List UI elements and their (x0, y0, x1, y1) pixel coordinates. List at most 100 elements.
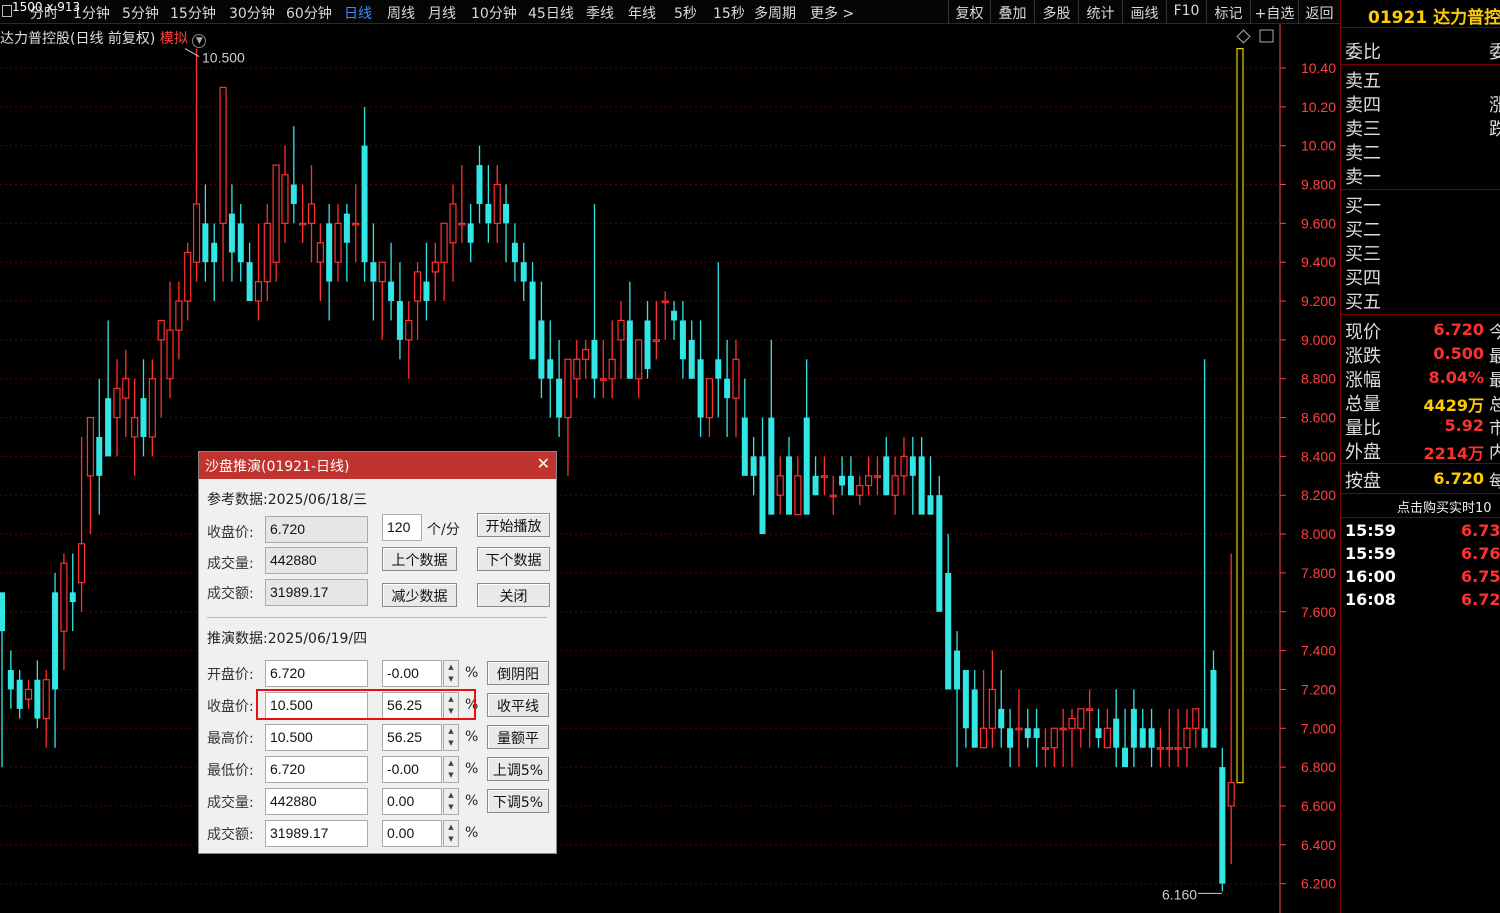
candle-body[interactable] (1041, 747, 1050, 750)
candle-body[interactable] (405, 319, 413, 341)
candle-body[interactable] (485, 203, 492, 224)
candle-body[interactable] (1122, 747, 1129, 768)
candle-body[interactable] (1130, 708, 1137, 748)
toolbar-button[interactable]: 画线 (1122, 0, 1166, 24)
spinner-icon[interactable]: ▲ ▼ (443, 756, 459, 783)
toolbar-button[interactable]: +自选 (1250, 0, 1298, 24)
sim-action-button[interactable]: 下调5% (487, 789, 549, 813)
candle-body[interactable] (564, 358, 572, 419)
candle-body[interactable] (1103, 727, 1111, 749)
close-icon[interactable]: ✕ (537, 454, 550, 473)
spinner-icon[interactable]: ▲ ▼ (443, 820, 459, 847)
candle-body[interactable] (839, 475, 846, 486)
candle-body[interactable] (741, 417, 748, 476)
candle-body[interactable] (211, 242, 218, 263)
candle-body[interactable] (237, 223, 244, 263)
candle-body[interactable] (556, 378, 563, 418)
close-button[interactable]: 关闭 (477, 583, 550, 607)
buy-realtime-link[interactable]: 点击购买实时10 (1397, 497, 1492, 516)
toolbar-button[interactable]: 复权 (948, 0, 990, 24)
candle-body[interactable] (113, 387, 121, 419)
candle-body[interactable] (378, 261, 386, 283)
candle-body[interactable] (1183, 727, 1191, 749)
candle-body[interactable] (334, 222, 342, 263)
candle-body[interactable] (573, 358, 581, 380)
candle-body[interactable] (449, 203, 457, 244)
candle-body[interactable] (520, 262, 527, 282)
candle-body[interactable] (60, 562, 68, 632)
period-tab[interactable]: 10分钟 (471, 3, 517, 23)
candle-body[interactable] (847, 475, 854, 496)
candle-body[interactable] (307, 203, 316, 224)
candle-body[interactable] (1148, 728, 1155, 748)
candle-body[interactable] (52, 592, 59, 690)
candle-body[interactable] (1139, 728, 1146, 748)
candle-body[interactable] (1015, 727, 1023, 731)
candle-body[interactable] (644, 320, 651, 370)
toolbar-button[interactable]: 多股 (1034, 0, 1078, 24)
candle-body[interactable] (864, 475, 873, 487)
ref-close-field[interactable]: 6.720 (265, 516, 368, 543)
sim-action-button[interactable]: 上调5% (487, 757, 549, 781)
candle-body[interactable] (16, 679, 23, 709)
candle-body[interactable] (998, 708, 1005, 729)
sim-value-input[interactable]: 31989.17 (265, 820, 368, 847)
period-tab[interactable]: 5分钟 (122, 3, 159, 23)
candle-body[interactable] (786, 456, 793, 515)
candle-body[interactable] (299, 222, 307, 226)
candle-body[interactable] (423, 281, 430, 302)
candle-body[interactable] (361, 145, 368, 263)
candle-body[interactable] (635, 339, 643, 380)
candle-body[interactable] (202, 223, 209, 263)
spinner-icon[interactable]: ▲ ▼ (443, 788, 459, 815)
candle-body[interactable] (42, 679, 50, 720)
candle-body[interactable] (1236, 47, 1244, 784)
ref-amt-field[interactable]: 31989.17 (265, 579, 368, 606)
dialog-titlebar[interactable]: 沙盘推演(01921-日线) ✕ (199, 452, 556, 479)
candle-body[interactable] (1086, 708, 1094, 711)
candle-body[interactable] (254, 281, 263, 302)
sim-action-button[interactable]: 倒阴阳 (487, 661, 549, 685)
candle-body[interactable] (511, 242, 518, 263)
candle-body[interactable] (936, 495, 943, 612)
candle-body[interactable] (77, 543, 86, 584)
candle-body[interactable] (688, 339, 695, 379)
candle-body[interactable] (1174, 747, 1182, 750)
candle-body[interactable] (909, 456, 916, 476)
candle-body[interactable] (1077, 708, 1085, 729)
candle-body[interactable] (732, 358, 740, 399)
sim-value-input[interactable]: 442880 (265, 788, 368, 815)
candle-body[interactable] (1219, 767, 1226, 884)
candle-body[interactable] (219, 86, 227, 224)
candle-body[interactable] (370, 262, 377, 282)
candle-body[interactable] (476, 165, 483, 204)
candle-body[interactable] (582, 348, 590, 360)
candle-body[interactable] (1227, 782, 1235, 807)
candle-body[interactable] (1165, 747, 1173, 750)
candle-body[interactable] (918, 456, 925, 515)
candle-body[interactable] (148, 378, 156, 438)
candle-body[interactable] (228, 213, 235, 253)
toolbar-button[interactable]: 叠加 (990, 0, 1034, 24)
sim-action-button[interactable]: 收平线 (487, 693, 549, 717)
candle-body[interactable] (547, 359, 554, 379)
window-icon[interactable] (2, 5, 12, 17)
candle-body[interactable] (1024, 728, 1031, 738)
candle-body[interactable] (529, 281, 536, 360)
candle-body[interactable] (883, 456, 890, 496)
candle-body[interactable] (599, 378, 607, 381)
toolbar-button[interactable]: 返回 (1298, 0, 1340, 24)
candle-body[interactable] (856, 484, 864, 496)
candle-body[interactable] (803, 417, 810, 515)
sim-action-button[interactable]: 量额平 (487, 725, 549, 749)
candle-body[interactable] (750, 456, 757, 476)
sim-value-input[interactable]: 6.720 (265, 756, 368, 783)
period-tab[interactable]: 15秒 (713, 3, 745, 23)
candle-body[interactable] (246, 262, 253, 302)
candle-body[interactable] (661, 300, 669, 304)
candle-body[interactable] (591, 339, 598, 379)
candle-body[interactable] (290, 184, 297, 204)
candle-body[interactable] (794, 475, 802, 516)
candle-body[interactable] (272, 164, 280, 263)
candle-body[interactable] (263, 222, 271, 283)
